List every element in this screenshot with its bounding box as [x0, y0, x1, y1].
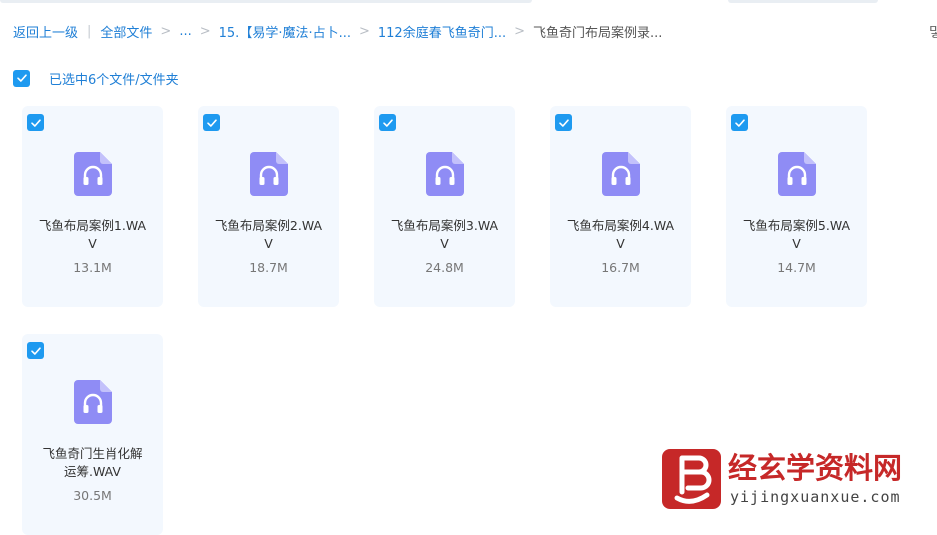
file-size: 18.7M: [249, 260, 288, 275]
watermark: 经玄学资料网 yijingxuanxue.com: [661, 448, 917, 512]
breadcrumb-separator: >: [358, 23, 370, 39]
file-card[interactable]: 飞鱼布局案例3.WA V 24.8M: [374, 106, 515, 307]
file-name: 飞鱼奇门生肖化解 运筹.WAV: [28, 445, 157, 481]
file-checkbox[interactable]: [27, 114, 44, 131]
file-name-line: V: [88, 236, 97, 251]
file-checkbox[interactable]: [379, 114, 396, 131]
check-icon: [734, 118, 745, 127]
check-icon: [30, 346, 41, 355]
file-card[interactable]: 飞鱼奇门生肖化解 运筹.WAV 30.5M: [22, 334, 163, 535]
check-icon: [558, 118, 569, 127]
file-size: 14.7M: [777, 260, 816, 275]
file-name-line: 飞鱼布局案例1.WA: [38, 218, 147, 233]
watermark-title: 经玄学资料网: [728, 451, 903, 485]
audio-file-icon: [778, 152, 816, 196]
file-checkbox[interactable]: [731, 114, 748, 131]
file-name-line: 飞鱼布局案例3.WA: [390, 218, 499, 233]
check-icon: [30, 118, 41, 127]
breadcrumb-level-2[interactable]: 112余庭春飞鱼奇门...: [378, 22, 506, 41]
file-card[interactable]: 飞鱼布局案例5.WA V 14.7M: [726, 106, 867, 307]
top-border: [0, 0, 937, 3]
check-icon: [382, 118, 393, 127]
file-name-line: V: [792, 236, 801, 251]
file-name: 飞鱼布局案例5.WA V: [732, 217, 861, 253]
top-border-right: [728, 0, 878, 3]
check-icon: [206, 118, 217, 127]
file-name-line: V: [440, 236, 449, 251]
file-name-line: 运筹.WAV: [64, 464, 121, 479]
file-card[interactable]: 飞鱼布局案例1.WA V 13.1M: [22, 106, 163, 307]
check-icon: [16, 74, 27, 82]
file-checkbox[interactable]: [203, 114, 220, 131]
file-name-line: 飞鱼布局案例4.WA: [566, 218, 675, 233]
audio-file-icon: [74, 152, 112, 196]
file-size: 16.7M: [601, 260, 640, 275]
file-checkbox[interactable]: [555, 114, 572, 131]
watermark-url: yijingxuanxue.com: [730, 488, 901, 506]
file-name: 飞鱼布局案例4.WA V: [556, 217, 685, 253]
breadcrumb: 返回上一级 | 全部文件 > ... > 15.【易学·魔法·占卜... > 1…: [13, 22, 663, 41]
breadcrumb-level-1[interactable]: 15.【易学·魔法·占卜...: [219, 22, 351, 41]
breadcrumb-collapsed[interactable]: ...: [179, 24, 191, 39]
file-name: 飞鱼布局案例2.WA V: [204, 217, 333, 253]
breadcrumb-separator: >: [160, 23, 172, 39]
file-size: 30.5M: [73, 488, 112, 503]
file-name-line: V: [616, 236, 625, 251]
file-name-line: 飞鱼奇门生肖化解: [42, 446, 143, 461]
selection-count: 已选中6个文件/文件夹: [49, 72, 179, 88]
file-name: 飞鱼布局案例3.WA V: [380, 217, 509, 253]
file-checkbox[interactable]: [27, 342, 44, 359]
breadcrumb-current: 飞鱼奇门布局案例录...: [533, 25, 663, 41]
file-size: 24.8M: [425, 260, 464, 275]
top-border-left: [0, 0, 532, 3]
audio-file-icon: [250, 152, 288, 196]
breadcrumb-separator: >: [199, 23, 211, 39]
file-card[interactable]: 飞鱼布局案例2.WA V 18.7M: [198, 106, 339, 307]
file-card[interactable]: 飞鱼布局案例4.WA V 16.7M: [550, 106, 691, 307]
select-all-checkbox[interactable]: [13, 69, 30, 87]
breadcrumb-divider: |: [87, 23, 92, 39]
file-name-line: 飞鱼布局案例2.WA: [214, 218, 323, 233]
breadcrumb-all-files[interactable]: 全部文件: [100, 22, 152, 41]
selection-bar: 已选中6个文件/文件夹: [13, 69, 179, 88]
file-name: 飞鱼布局案例1.WA V: [28, 217, 157, 253]
toolbar-edge-glyph[interactable]: 밓: [929, 22, 937, 42]
breadcrumb-separator: >: [514, 23, 526, 39]
audio-file-icon: [74, 380, 112, 424]
audio-file-icon: [602, 152, 640, 196]
back-link[interactable]: 返回上一级: [13, 22, 78, 41]
file-name-line: V: [264, 236, 273, 251]
audio-file-icon: [426, 152, 464, 196]
file-name-line: 飞鱼布局案例5.WA: [742, 218, 851, 233]
watermark-logo-icon: [662, 449, 721, 509]
file-size: 13.1M: [73, 260, 112, 275]
